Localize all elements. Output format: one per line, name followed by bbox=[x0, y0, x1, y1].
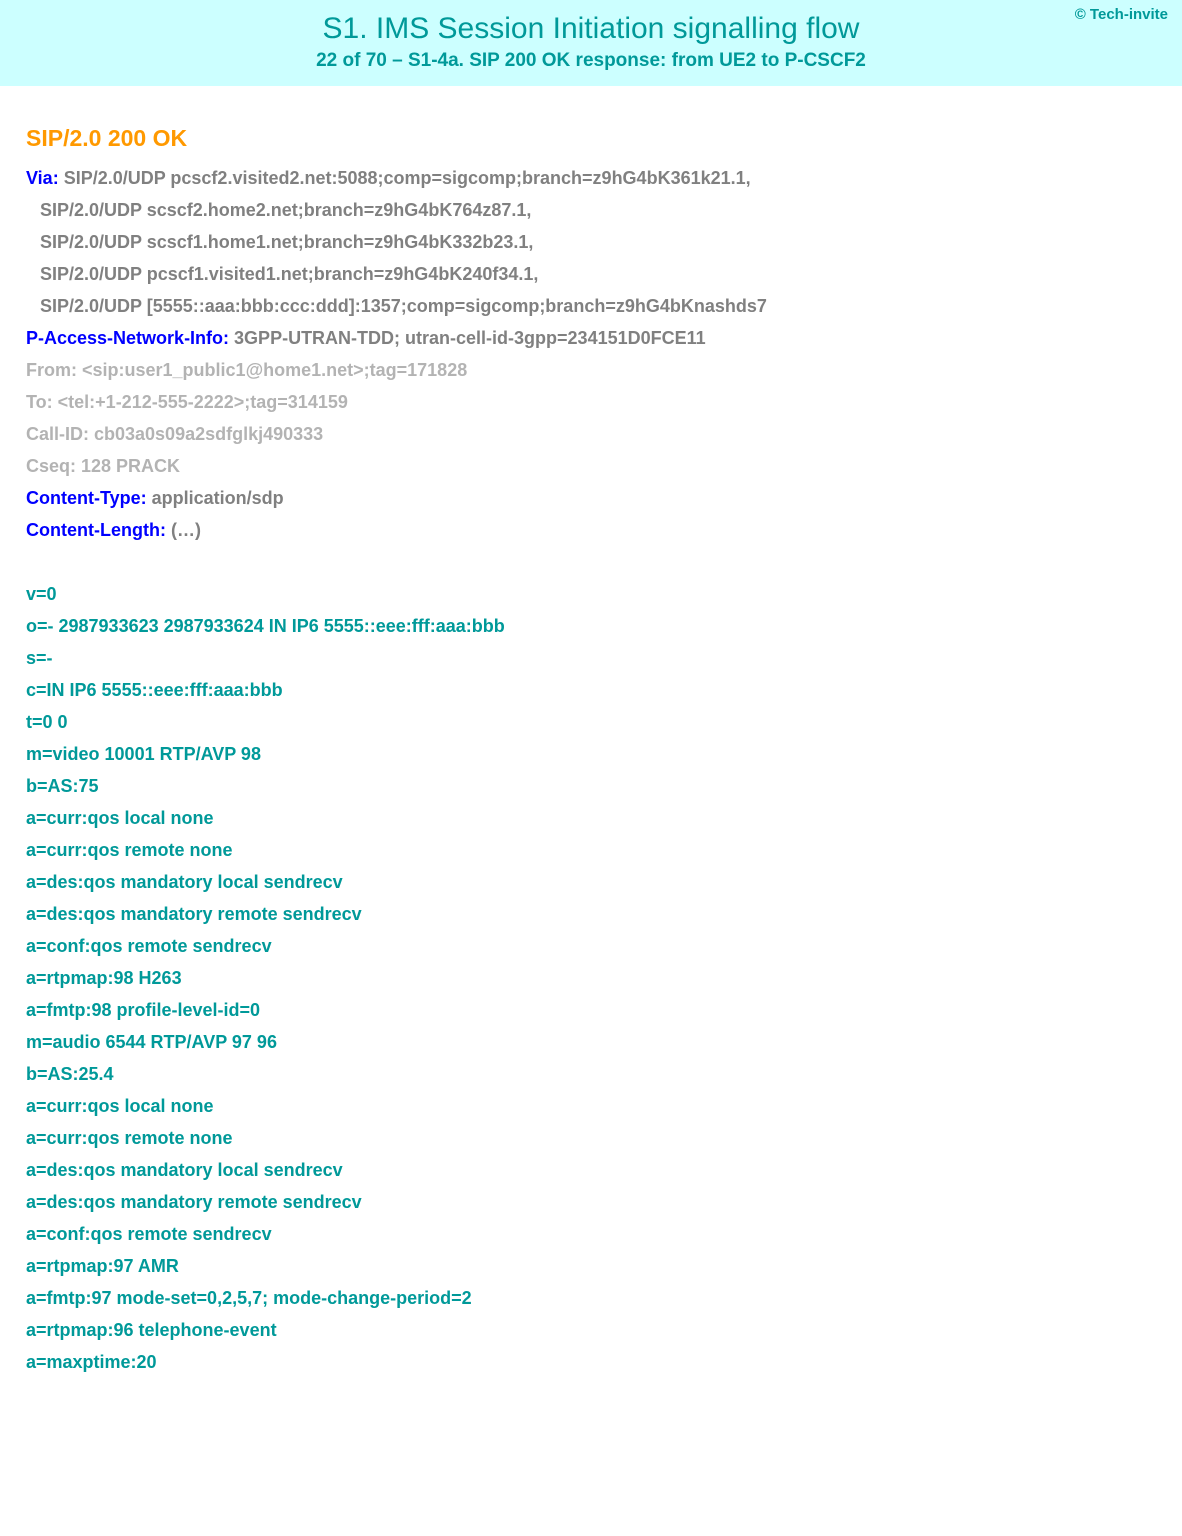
message-body: SIP/2.0 200 OK Via: SIP/2.0/UDP pcscf2.v… bbox=[0, 86, 1182, 1408]
hdr-value: <tel:+1-212-555-2222>;tag=314159 bbox=[53, 392, 348, 412]
sdp-line: v=0 bbox=[26, 578, 1156, 610]
sdp-line: a=curr:qos local none bbox=[26, 1090, 1156, 1122]
hdr-value: SIP/2.0/UDP scscf1.home1.net;branch=z9hG… bbox=[40, 232, 533, 252]
hdr-value: 3GPP-UTRAN-TDD; utran-cell-id-3gpp=23415… bbox=[229, 328, 706, 348]
sdp-line: a=rtpmap:96 telephone-event bbox=[26, 1314, 1156, 1346]
sip-header-via: Via: SIP/2.0/UDP pcscf2.visited2.net:508… bbox=[26, 162, 1156, 194]
sip-header-to: To: <tel:+1-212-555-2222>;tag=314159 bbox=[26, 386, 1156, 418]
sdp-line: a=rtpmap:97 AMR bbox=[26, 1250, 1156, 1282]
sdp-line: s=- bbox=[26, 642, 1156, 674]
sdp-line: a=conf:qos remote sendrecv bbox=[26, 1218, 1156, 1250]
sdp-line: a=des:qos mandatory remote sendrecv bbox=[26, 1186, 1156, 1218]
sip-header-via-cont: SIP/2.0/UDP [5555::aaa:bbb:ccc:ddd]:1357… bbox=[26, 290, 1156, 322]
page-title: S1. IMS Session Initiation signalling fl… bbox=[20, 12, 1162, 46]
sdp-line: a=fmtp:97 mode-set=0,2,5,7; mode-change-… bbox=[26, 1282, 1156, 1314]
hdr-value: (…) bbox=[166, 520, 201, 540]
sdp-line: b=AS:25.4 bbox=[26, 1058, 1156, 1090]
sip-header-content-length: Content-Length: (…) bbox=[26, 514, 1156, 546]
sdp-line: t=0 0 bbox=[26, 706, 1156, 738]
hdr-value: SIP/2.0/UDP scscf2.home2.net;branch=z9hG… bbox=[40, 200, 531, 220]
hdr-label: Call-ID: bbox=[26, 424, 89, 444]
copyright-notice: © Tech-invite bbox=[1075, 6, 1168, 23]
hdr-label: From: bbox=[26, 360, 77, 380]
hdr-label: Via: bbox=[26, 168, 59, 188]
hdr-value: application/sdp bbox=[147, 488, 284, 508]
hdr-label: Content-Type: bbox=[26, 488, 147, 508]
sdp-line: a=rtpmap:98 H263 bbox=[26, 962, 1156, 994]
sdp-line: c=IN IP6 5555::eee:fff:aaa:bbb bbox=[26, 674, 1156, 706]
sip-header-callid: Call-ID: cb03a0s09a2sdfglkj490333 bbox=[26, 418, 1156, 450]
sip-header-via-cont: SIP/2.0/UDP scscf2.home2.net;branch=z9hG… bbox=[26, 194, 1156, 226]
hdr-value: SIP/2.0/UDP pcscf2.visited2.net:5088;com… bbox=[59, 168, 751, 188]
hdr-label: P-Access-Network-Info: bbox=[26, 328, 229, 348]
sdp-line: a=maxptime:20 bbox=[26, 1346, 1156, 1378]
sip-header-cseq: Cseq: 128 PRACK bbox=[26, 450, 1156, 482]
document-page: © Tech-invite S1. IMS Session Initiation… bbox=[0, 0, 1182, 1536]
sdp-line: m=audio 6544 RTP/AVP 97 96 bbox=[26, 1026, 1156, 1058]
sdp-line: a=des:qos mandatory local sendrecv bbox=[26, 866, 1156, 898]
sip-header-via-cont: SIP/2.0/UDP scscf1.home1.net;branch=z9hG… bbox=[26, 226, 1156, 258]
hdr-label: Cseq: bbox=[26, 456, 76, 476]
hdr-label: To: bbox=[26, 392, 53, 412]
hdr-value: SIP/2.0/UDP pcscf1.visited1.net;branch=z… bbox=[40, 264, 538, 284]
sip-status-line: SIP/2.0 200 OK bbox=[26, 122, 1156, 154]
page-header: © Tech-invite S1. IMS Session Initiation… bbox=[0, 0, 1182, 86]
sdp-line: o=- 2987933623 2987933624 IN IP6 5555::e… bbox=[26, 610, 1156, 642]
blank-line bbox=[26, 546, 1156, 578]
hdr-value: <sip:user1_public1@home1.net>;tag=171828 bbox=[77, 360, 467, 380]
hdr-value: cb03a0s09a2sdfglkj490333 bbox=[89, 424, 323, 444]
sip-header-via-cont: SIP/2.0/UDP pcscf1.visited1.net;branch=z… bbox=[26, 258, 1156, 290]
sdp-line: a=curr:qos remote none bbox=[26, 1122, 1156, 1154]
sip-header-from: From: <sip:user1_public1@home1.net>;tag=… bbox=[26, 354, 1156, 386]
sdp-line: a=des:qos mandatory local sendrecv bbox=[26, 1154, 1156, 1186]
sdp-line: a=curr:qos local none bbox=[26, 802, 1156, 834]
sdp-line: m=video 10001 RTP/AVP 98 bbox=[26, 738, 1156, 770]
hdr-value: SIP/2.0/UDP [5555::aaa:bbb:ccc:ddd]:1357… bbox=[40, 296, 767, 316]
hdr-value: 128 PRACK bbox=[76, 456, 180, 476]
page-subtitle: 22 of 70 – S1-4a. SIP 200 OK response: f… bbox=[20, 50, 1162, 72]
sdp-line: a=curr:qos remote none bbox=[26, 834, 1156, 866]
hdr-label: Content-Length: bbox=[26, 520, 166, 540]
sip-header-content-type: Content-Type: application/sdp bbox=[26, 482, 1156, 514]
sdp-line: a=des:qos mandatory remote sendrecv bbox=[26, 898, 1156, 930]
sdp-line: b=AS:75 bbox=[26, 770, 1156, 802]
sdp-line: a=conf:qos remote sendrecv bbox=[26, 930, 1156, 962]
sip-header-pani: P-Access-Network-Info: 3GPP-UTRAN-TDD; u… bbox=[26, 322, 1156, 354]
sdp-line: a=fmtp:98 profile-level-id=0 bbox=[26, 994, 1156, 1026]
